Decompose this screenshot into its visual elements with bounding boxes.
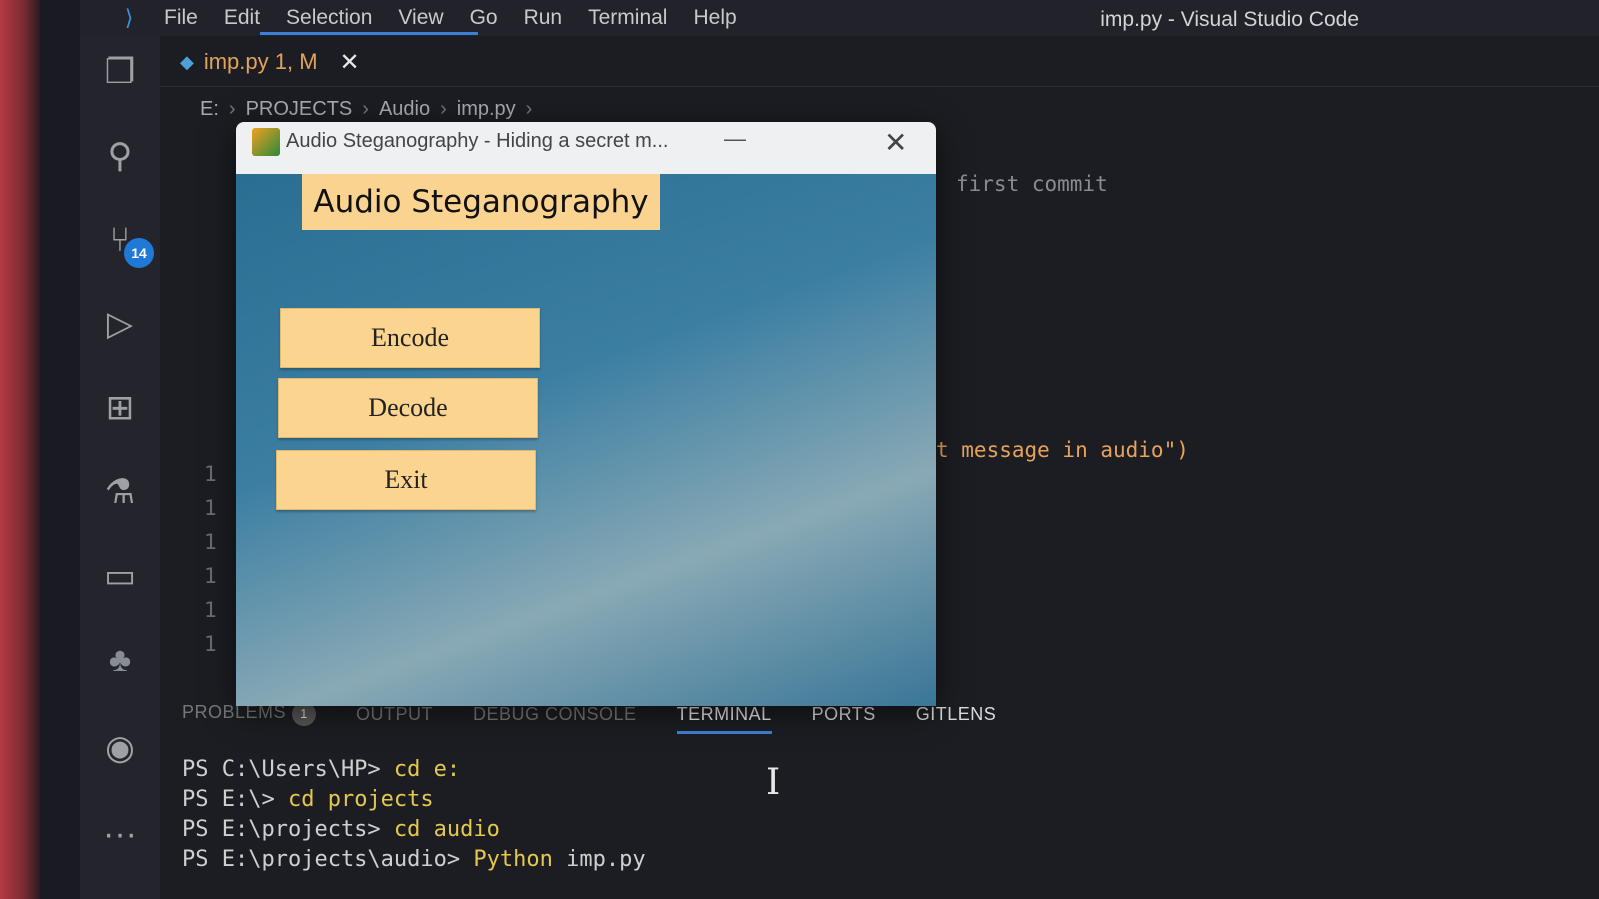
audio-steganography-dialog: Audio Steganography - Hiding a secret m.…: [236, 122, 936, 706]
folder-icon[interactable]: ▭: [98, 554, 142, 598]
vscode-logo-icon[interactable]: ⟩: [112, 4, 146, 32]
encode-button[interactable]: Encode: [280, 308, 540, 368]
code-message-line: t message in audio"): [936, 438, 1189, 462]
breadcrumb-projects[interactable]: PROJECTS: [246, 98, 353, 121]
menu-underline: [260, 32, 478, 35]
dialog-titlebar[interactable]: Audio Steganography - Hiding a secret m.…: [236, 122, 936, 174]
line-number: 1: [204, 598, 217, 622]
code-commit-note: first commit: [956, 172, 1108, 196]
dialog-title: Audio Steganography - Hiding a secret m.…: [286, 130, 669, 152]
decode-button[interactable]: Decode: [278, 378, 538, 438]
extensions-icon[interactable]: ⊞: [98, 386, 142, 430]
screen-bezel: [40, 0, 80, 899]
dialog-body: Audio Steganography Encode Decode Exit: [236, 174, 936, 706]
terminal-command: cd audio: [393, 817, 500, 842]
terminal-command: cd e:: [393, 757, 461, 782]
breadcrumb-drive[interactable]: E:: [200, 98, 219, 121]
chevron-right-icon: ›: [525, 98, 533, 120]
minimize-icon[interactable]: —: [724, 126, 746, 152]
menu-view[interactable]: View: [398, 6, 443, 30]
terminal-prompt: PS E:\projects\audio>: [182, 847, 474, 872]
app-heading: Audio Steganography: [302, 174, 660, 230]
chevron-right-icon: ›: [362, 98, 369, 120]
menu-edit[interactable]: Edit: [224, 6, 260, 30]
chevron-right-icon: ›: [228, 98, 236, 120]
tab-ports[interactable]: PORTS: [812, 704, 876, 725]
close-icon[interactable]: ✕: [884, 126, 907, 159]
terminal-command: Python: [473, 847, 553, 872]
app-icon: [252, 128, 280, 156]
line-number: 1: [204, 496, 217, 520]
chevron-right-icon: ›: [440, 98, 447, 120]
terminal-args: imp.py: [552, 847, 646, 872]
run-debug-icon[interactable]: ▷: [98, 302, 142, 346]
breadcrumb-file[interactable]: imp.py: [457, 98, 516, 121]
terminal-prompt: PS E:\>: [182, 787, 288, 812]
terminal-line: PS E:\projects\audio> Python imp.py: [182, 845, 646, 875]
close-icon[interactable]: ✕: [340, 48, 360, 77]
editor-tabs: ◆ imp.py 1, M ✕: [160, 36, 1599, 87]
source-control-badge: 14: [124, 238, 154, 268]
testing-icon[interactable]: ⚗: [98, 470, 142, 514]
text-cursor-icon: I: [766, 762, 781, 803]
menu-terminal[interactable]: Terminal: [588, 6, 667, 30]
tab-output[interactable]: OUTPUT: [356, 704, 433, 725]
tab-label: imp.py 1, M: [203, 49, 318, 74]
terminal-line: PS E:\projects> cd audio: [182, 815, 646, 845]
menu-selection[interactable]: Selection: [286, 6, 372, 30]
menu-go[interactable]: Go: [470, 6, 498, 30]
terminal-output[interactable]: PS C:\Users\HP> cd e: PS E:\> cd project…: [182, 755, 646, 875]
gitlens-icon[interactable]: ◉: [98, 726, 142, 770]
menu-bar: ⟩ File Edit Selection View Go Run Termin…: [80, 0, 1599, 36]
window-title: imp.py - Visual Studio Code: [1100, 8, 1359, 31]
activity-bar: ❐ ⚲ ⑂ 14 ▷ ⊞ ⚗ ▭ ♣ ◉ ···: [80, 36, 160, 899]
exit-button[interactable]: Exit: [276, 450, 536, 510]
line-number: 1: [204, 632, 217, 656]
python-file-icon: ◆: [180, 51, 194, 72]
photo-edge: [0, 0, 40, 899]
breadcrumb: E: › PROJECTS › Audio › imp.py ›: [200, 98, 532, 121]
terminal-prompt: PS C:\Users\HP>: [182, 757, 394, 782]
breadcrumb-audio[interactable]: Audio: [379, 98, 430, 121]
python-icon[interactable]: ♣: [98, 638, 142, 682]
search-icon[interactable]: ⚲: [98, 134, 142, 178]
explorer-icon[interactable]: ❐: [98, 50, 142, 94]
more-icon[interactable]: ···: [98, 812, 142, 856]
line-number: 1: [204, 530, 217, 554]
tab-debug-console[interactable]: DEBUG CONSOLE: [473, 704, 637, 725]
terminal-line: PS C:\Users\HP> cd e:: [182, 755, 646, 785]
line-number: 1: [204, 462, 217, 486]
terminal-line: PS E:\> cd projects: [182, 785, 646, 815]
tab-imp-py[interactable]: ◆ imp.py 1, M ✕: [180, 42, 360, 82]
menu-run[interactable]: Run: [524, 6, 563, 30]
menu-file[interactable]: File: [164, 6, 198, 30]
tab-gitlens[interactable]: GITLENS: [916, 704, 997, 725]
terminal-command: cd projects: [287, 787, 434, 812]
menu-help[interactable]: Help: [693, 6, 736, 30]
terminal-prompt: PS E:\projects>: [182, 817, 394, 842]
line-number: 1: [204, 564, 217, 588]
